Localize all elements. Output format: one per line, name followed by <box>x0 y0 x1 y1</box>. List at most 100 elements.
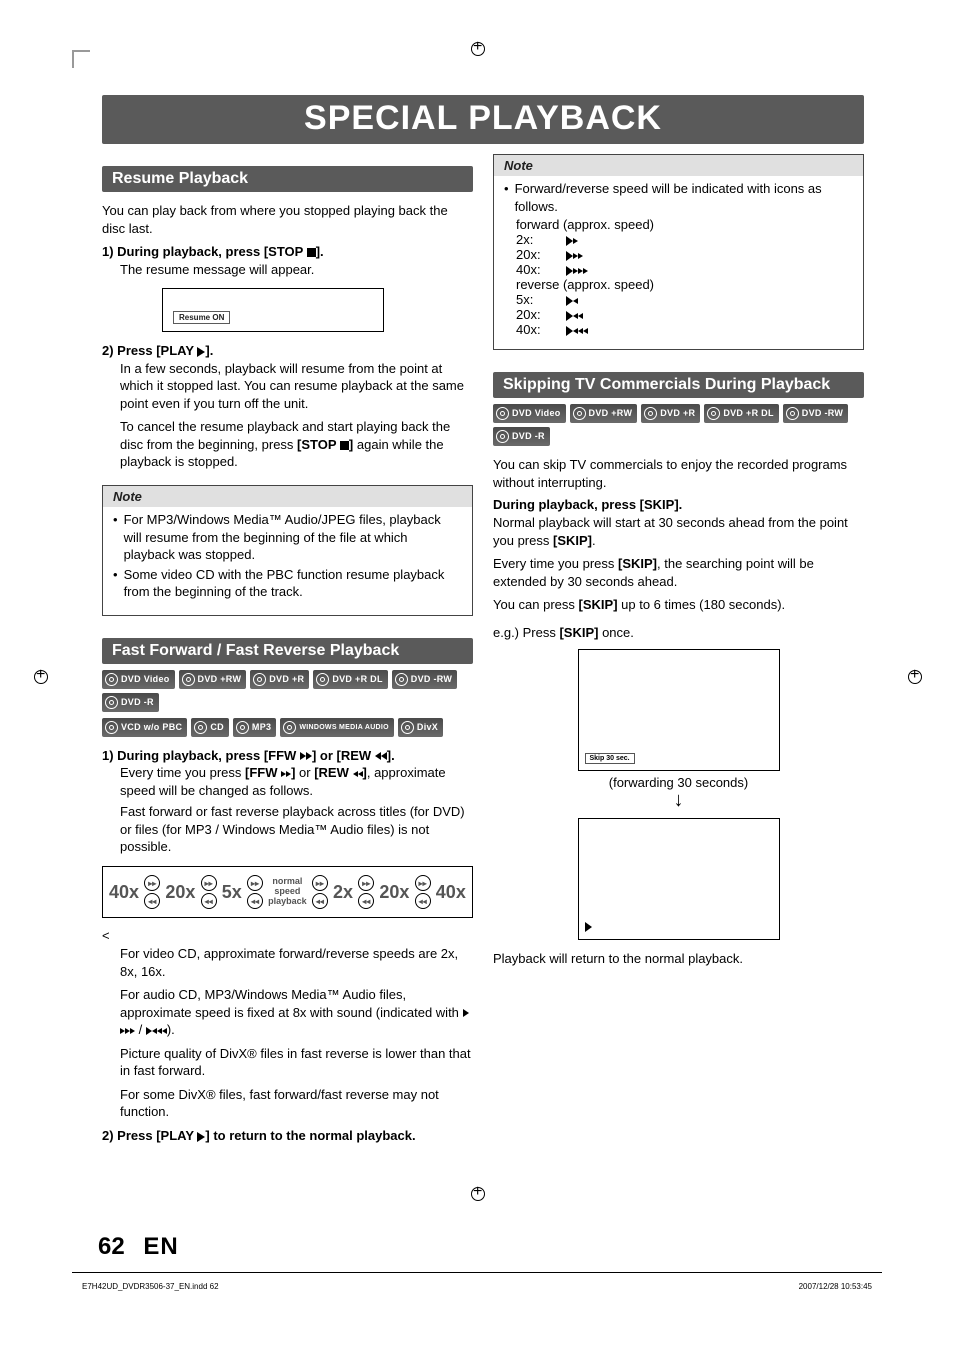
rew-icon: ◂◂ <box>312 893 328 909</box>
text: [SKIP] <box>553 533 592 548</box>
ffw-body2: Fast forward or fast reverse playback ac… <box>102 803 473 856</box>
disc-icon <box>105 673 118 686</box>
note-item: For MP3/Windows Media™ Audio/JPEG files,… <box>113 511 462 564</box>
rev-label: reverse (approx. speed) <box>504 277 853 292</box>
disc-badge-dvd-prw: DVD +RW <box>570 404 638 423</box>
resume-intro: You can play back from where you stopped… <box>102 202 473 237</box>
speed-40x-rev: 40x <box>109 882 139 903</box>
text: ]. <box>205 343 213 358</box>
speed-5x-rev-row: 5x: <box>504 292 853 307</box>
registration-mark-right <box>902 664 926 688</box>
ffw-step1: 1) During playback, press [FFW ] or [REW… <box>102 747 473 856</box>
resume-on-badge: Resume ON <box>173 311 230 324</box>
registration-mark-bottom <box>465 1181 489 1205</box>
speed-20x-rev: 20x <box>165 882 195 903</box>
text: ] <box>291 765 299 780</box>
skip-intro: You can skip TV commercials to enjoy the… <box>493 456 864 491</box>
skip-example: e.g.) Press [SKIP] once. <box>493 624 864 642</box>
text: ] to return to the normal playback. <box>205 1128 415 1143</box>
section-ffw-heading: Fast Forward / Fast Reverse Playback <box>102 638 473 664</box>
text: speed <box>274 886 300 896</box>
text: . <box>592 533 596 548</box>
label: 20x: <box>516 247 552 262</box>
arrow-icon <box>566 232 578 247</box>
disc-badge-dvd-mr: DVD -R <box>493 427 550 446</box>
skip-30sec-badge: Skip 30 sec. <box>585 753 635 764</box>
disc-icon <box>283 721 296 734</box>
disc-icon <box>316 673 329 686</box>
arrow-icon <box>566 322 588 337</box>
ffw-icon: ▸▸ <box>312 875 328 891</box>
ffw-body1: Every time you press [FFW ] or [REW ]], … <box>102 764 473 799</box>
badge-label: DVD -R <box>512 432 545 441</box>
text: ). <box>167 1022 175 1037</box>
disc-icon <box>786 407 799 420</box>
resume-step1: 1) During playback, press [STOP ]. The r… <box>102 243 473 278</box>
resume-step2-body2: To cancel the resume playback and start … <box>102 418 473 471</box>
speed-center: normal speed playback <box>268 877 307 907</box>
text: once. <box>598 625 633 640</box>
badge-label: DVD Video <box>512 409 561 418</box>
speed-5x-rev: 5x <box>222 882 242 903</box>
page-lang: EN <box>143 1233 178 1260</box>
skip-body3: You can press [SKIP] up to 6 times (180 … <box>493 596 864 614</box>
disc-badge-divx: DivX <box>398 718 443 737</box>
disc-icon <box>573 407 586 420</box>
ffw-body5: Picture quality of DivX® files in fast r… <box>102 1045 473 1080</box>
ffw-icon <box>130 1028 135 1034</box>
right-column: Note Forward/reverse speed will be indic… <box>493 154 864 1147</box>
skip-screen-after <box>578 818 780 940</box>
rew-icon: ◂◂ <box>201 893 217 909</box>
note-body: Forward/reverse speed will be indicated … <box>494 176 863 341</box>
ffw-body6: For some DivX® files, fast forward/fast … <box>102 1086 473 1121</box>
skip-screen-before: Skip 30 sec. <box>578 649 780 771</box>
disc-badge-dvd-prdl: DVD +R DL <box>704 404 778 423</box>
arrow-icon <box>566 262 588 277</box>
label: 20x: <box>516 307 552 322</box>
disc-badge-dvd-video: DVD Video <box>102 670 175 689</box>
text: [SKIP] <box>559 625 598 640</box>
text: Every time you press <box>120 765 245 780</box>
badge-label: DivX <box>417 723 438 732</box>
badge-label: DVD +RW <box>198 675 242 684</box>
speed-20x-rev-row: 20x: <box>504 307 853 322</box>
corner-crop-mark <box>72 50 90 68</box>
disc-icon <box>236 721 249 734</box>
disc-badge-dvd-prw: DVD +RW <box>179 670 247 689</box>
badge-label: DVD -R <box>121 698 154 707</box>
resume-step1-body: The resume message will appear. <box>102 261 473 279</box>
text: ]. <box>316 244 324 259</box>
disc-badge-dvd-mrw: DVD -RW <box>783 404 848 423</box>
disc-badge-dvd-pr: DVD +R <box>250 670 309 689</box>
disc-icon <box>707 407 720 420</box>
text: up to 6 times (180 seconds). <box>618 597 786 612</box>
badge-label: DVD -RW <box>802 409 843 418</box>
text: [REW <box>314 765 352 780</box>
disc-icon <box>253 673 266 686</box>
skip-body1: Normal playback will start at 30 seconds… <box>493 514 864 549</box>
registration-mark-left <box>28 664 52 688</box>
page-footer: 62 EN <box>98 1233 179 1261</box>
ffw-body4: For audio CD, MP3/Windows Media™ Audio f… <box>102 986 473 1039</box>
ffw-step1-label: 1) During playback, press [FFW ] or [REW… <box>102 748 395 763</box>
disc-icon <box>401 721 414 734</box>
badge-label: DVD -RW <box>411 675 452 684</box>
disc-badge-dvd-prdl: DVD +R DL <box>313 670 387 689</box>
rew-icon: ◂◂ <box>144 893 160 909</box>
disc-icon <box>496 430 509 443</box>
skip-disc-badges: DVD Video DVD +RW DVD +R DVD +R DL DVD -… <box>493 404 864 446</box>
page-number: 62 <box>98 1233 125 1260</box>
text: 2) Press [PLAY <box>102 1128 197 1143</box>
speed-40x-rev-row: 40x: <box>504 322 853 337</box>
text: [FFW <box>245 765 281 780</box>
registration-mark-top <box>465 36 489 60</box>
stop-icon <box>307 248 316 257</box>
disc-icon <box>182 673 195 686</box>
note-item: Some video CD with the PBC function resu… <box>113 566 462 601</box>
arrow-down-icon: ↓ <box>493 790 864 810</box>
skip-step-label: During playback, press [SKIP]. <box>493 497 864 512</box>
badge-label: DVD +R DL <box>332 675 382 684</box>
disc-icon <box>395 673 408 686</box>
text: [STOP <box>297 437 340 452</box>
scan-page: SPECIAL PLAYBACK Resume Playback You can… <box>0 0 954 1351</box>
